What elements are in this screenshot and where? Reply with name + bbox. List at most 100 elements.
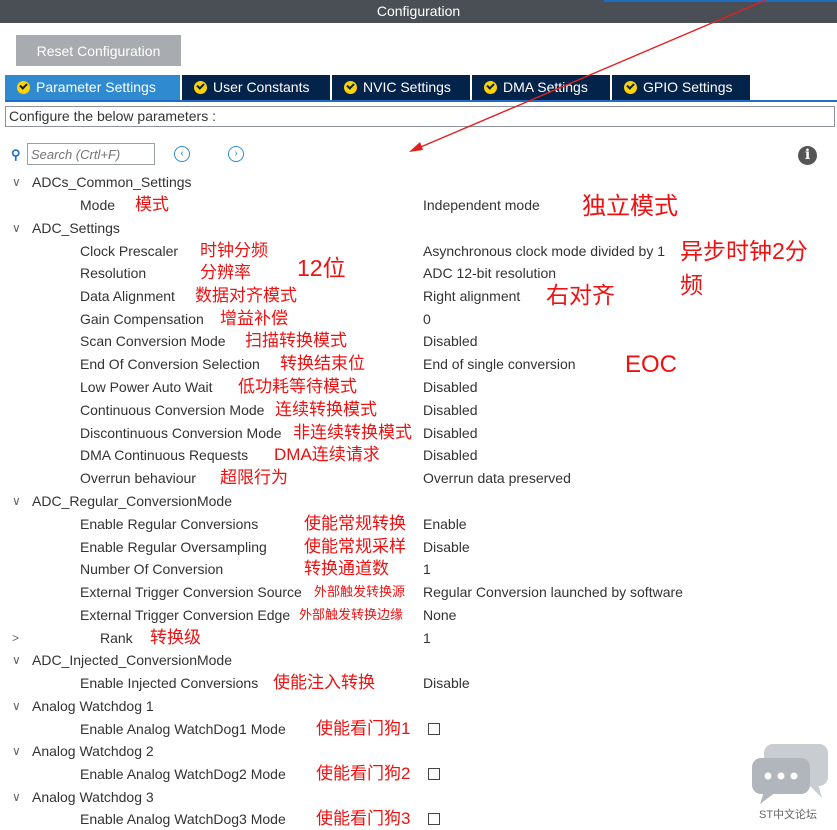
configure-instructions: Configure the below parameters : <box>5 106 835 127</box>
chevron-down-icon[interactable]: ∨ <box>12 740 21 762</box>
titlebar-accent-strip <box>604 0 837 2</box>
param-value[interactable]: Disable <box>423 536 470 558</box>
annotation-async-clock-line1: 异步时钟2分 <box>680 238 808 264</box>
param-label: Enable Regular Conversions <box>80 516 259 532</box>
chevron-down-icon[interactable]: ∨ <box>12 217 21 239</box>
annotation-note: 使能看门狗3 <box>316 809 411 828</box>
annotation-note: 时钟分频 <box>200 241 268 260</box>
watchdog3-checkbox[interactable] <box>428 813 440 825</box>
reset-configuration-button[interactable]: Reset Configuration <box>16 35 181 66</box>
param-row-watchdog2-mode[interactable]: Enable Analog WatchDog2 Mode 使能看门狗2 <box>0 763 837 785</box>
param-value[interactable]: Asynchronous clock mode divided by 1 <box>423 240 665 262</box>
group-label: ADC_Settings <box>32 220 120 236</box>
tab-dma-settings[interactable]: DMA Settings <box>472 75 610 100</box>
param-label: Continuous Conversion Mode <box>80 402 265 418</box>
param-row-resolution[interactable]: Resolution 分辨率 ADC 12-bit resolution <box>0 262 837 284</box>
param-row-watchdog1-mode[interactable]: Enable Analog WatchDog1 Mode 使能看门狗1 <box>0 718 837 740</box>
check-circle-icon <box>484 81 497 94</box>
watchdog1-checkbox[interactable] <box>428 723 440 735</box>
param-value[interactable]: Disabled <box>423 376 477 398</box>
chevron-left-icon[interactable]: ‹ <box>174 146 190 162</box>
param-value[interactable]: None <box>423 604 456 626</box>
param-value[interactable]: 0 <box>423 308 431 330</box>
param-label: End Of Conversion Selection <box>80 356 260 372</box>
param-row-scan-conversion-mode[interactable]: Scan Conversion Mode 扫描转换模式 Disabled <box>0 330 837 352</box>
param-row-discontinuous-conversion[interactable]: Discontinuous Conversion Mode 非连续转换模式 Di… <box>0 422 837 444</box>
annotation-note: 转换通道数 <box>304 559 389 578</box>
annotation-note: 增益补偿 <box>220 309 288 328</box>
chevron-down-icon[interactable]: ∨ <box>12 695 21 717</box>
param-row-continuous-conversion[interactable]: Continuous Conversion Mode 连续转换模式 Disabl… <box>0 399 837 421</box>
annotation-async-clock-line2: 频 <box>680 272 703 298</box>
tab-label: GPIO Settings <box>643 79 733 95</box>
param-value[interactable]: End of single conversion <box>423 353 576 375</box>
tab-nvic-settings[interactable]: NVIC Settings <box>332 75 470 100</box>
param-value[interactable]: Disabled <box>423 399 477 421</box>
param-value[interactable]: 1 <box>423 627 431 649</box>
chevron-down-icon[interactable]: ∨ <box>12 490 21 512</box>
param-row-watchdog3-mode[interactable]: Enable Analog WatchDog3 Mode 使能看门狗3 <box>0 808 837 830</box>
group-adc-regular-conversion[interactable]: ∨ ADC_Regular_ConversionMode <box>0 490 837 512</box>
param-label: Overrun behaviour <box>80 470 196 486</box>
param-value[interactable]: Overrun data preserved <box>423 467 571 489</box>
param-row-enable-injected-conversions[interactable]: Enable Injected Conversions 使能注入转换 Disab… <box>0 672 837 694</box>
param-row-enable-regular-conversions[interactable]: Enable Regular Conversions 使能常规转换 Enable <box>0 513 837 535</box>
chevron-down-icon[interactable]: ∨ <box>12 786 21 808</box>
arrow-head <box>409 142 423 152</box>
tab-gpio-settings[interactable]: GPIO Settings <box>612 75 750 100</box>
param-row-low-power-auto-wait[interactable]: Low Power Auto Wait 低功耗等待模式 Disabled <box>0 376 837 398</box>
info-icon[interactable]: i <box>798 146 817 165</box>
param-value[interactable]: ADC 12-bit resolution <box>423 262 556 284</box>
group-label: Analog Watchdog 2 <box>32 743 154 759</box>
group-analog-watchdog-1[interactable]: ∨ Analog Watchdog 1 <box>0 695 837 717</box>
chevron-down-icon[interactable]: ∨ <box>12 649 21 671</box>
param-row-dma-continuous-requests[interactable]: DMA Continuous Requests DMA连续请求 Disabled <box>0 444 837 466</box>
param-row-external-trigger-source[interactable]: External Trigger Conversion Source 外部触发转… <box>0 581 837 603</box>
chevron-down-icon[interactable]: ∨ <box>12 171 21 193</box>
param-row-data-alignment[interactable]: Data Alignment 数据对齐模式 Right alignment <box>0 285 837 307</box>
param-label: Number Of Conversion <box>80 561 224 577</box>
param-row-rank[interactable]: > Rank 转换级 1 <box>0 627 837 649</box>
annotation-note: 转换结束位 <box>280 354 365 373</box>
group-analog-watchdog-2[interactable]: ∨ Analog Watchdog 2 <box>0 740 837 762</box>
search-icon[interactable]: ⚲ <box>11 147 21 163</box>
param-value[interactable]: Disabled <box>423 444 477 466</box>
param-value[interactable]: Enable <box>423 513 467 535</box>
search-input[interactable] <box>27 143 155 165</box>
param-row-gain-compensation[interactable]: Gain Compensation 增益补偿 0 <box>0 308 837 330</box>
param-label: Discontinuous Conversion Mode <box>80 425 282 441</box>
tab-user-constants[interactable]: User Constants <box>182 75 330 100</box>
chevron-right-icon[interactable]: > <box>12 627 19 649</box>
check-circle-icon <box>194 81 207 94</box>
param-row-number-of-conversion[interactable]: Number Of Conversion 转换通道数 1 <box>0 558 837 580</box>
param-value[interactable]: Regular Conversion launched by software <box>423 581 683 603</box>
param-row-external-trigger-edge[interactable]: External Trigger Conversion Edge 外部触发转换边… <box>0 604 837 626</box>
group-adc-injected-conversion[interactable]: ∨ ADC_Injected_ConversionMode <box>0 649 837 671</box>
annotation-eoc: EOC <box>625 351 678 378</box>
param-label: Data Alignment <box>80 288 175 304</box>
param-value[interactable]: Disabled <box>423 330 477 352</box>
group-adc-settings[interactable]: ∨ ADC_Settings <box>0 217 837 239</box>
group-adcs-common-settings[interactable]: ∨ ADCs_Common_Settings <box>0 171 837 193</box>
param-row-enable-regular-oversampling[interactable]: Enable Regular Oversampling 使能常规采样 Disab… <box>0 536 837 558</box>
param-value[interactable]: Independent mode <box>423 194 540 216</box>
annotation-note: 模式 <box>135 195 169 214</box>
param-row-end-of-conversion[interactable]: End Of Conversion Selection 转换结束位 End of… <box>0 353 837 375</box>
param-row-mode[interactable]: Mode 模式 Independent mode <box>0 194 837 216</box>
chevron-right-icon[interactable]: › <box>228 146 244 162</box>
param-value[interactable]: Right alignment <box>423 285 520 307</box>
annotation-right-align: 右对齐 <box>546 282 615 308</box>
annotation-note: 使能看门狗1 <box>316 719 411 738</box>
tab-parameter-settings[interactable]: Parameter Settings <box>5 75 180 100</box>
param-row-overrun-behaviour[interactable]: Overrun behaviour 超限行为 Overrun data pres… <box>0 467 837 489</box>
param-value[interactable]: Disabled <box>423 422 477 444</box>
param-value[interactable]: 1 <box>423 558 431 580</box>
param-label: Resolution <box>80 265 147 281</box>
param-label: Rank <box>100 630 133 646</box>
annotation-independent-mode: 独立模式 <box>582 193 678 220</box>
tab-label: User Constants <box>213 79 310 95</box>
group-analog-watchdog-3[interactable]: ∨ Analog Watchdog 3 <box>0 786 837 808</box>
watchdog2-checkbox[interactable] <box>428 768 440 780</box>
param-value[interactable]: Disable <box>423 672 470 694</box>
param-label: Scan Conversion Mode <box>80 333 226 349</box>
